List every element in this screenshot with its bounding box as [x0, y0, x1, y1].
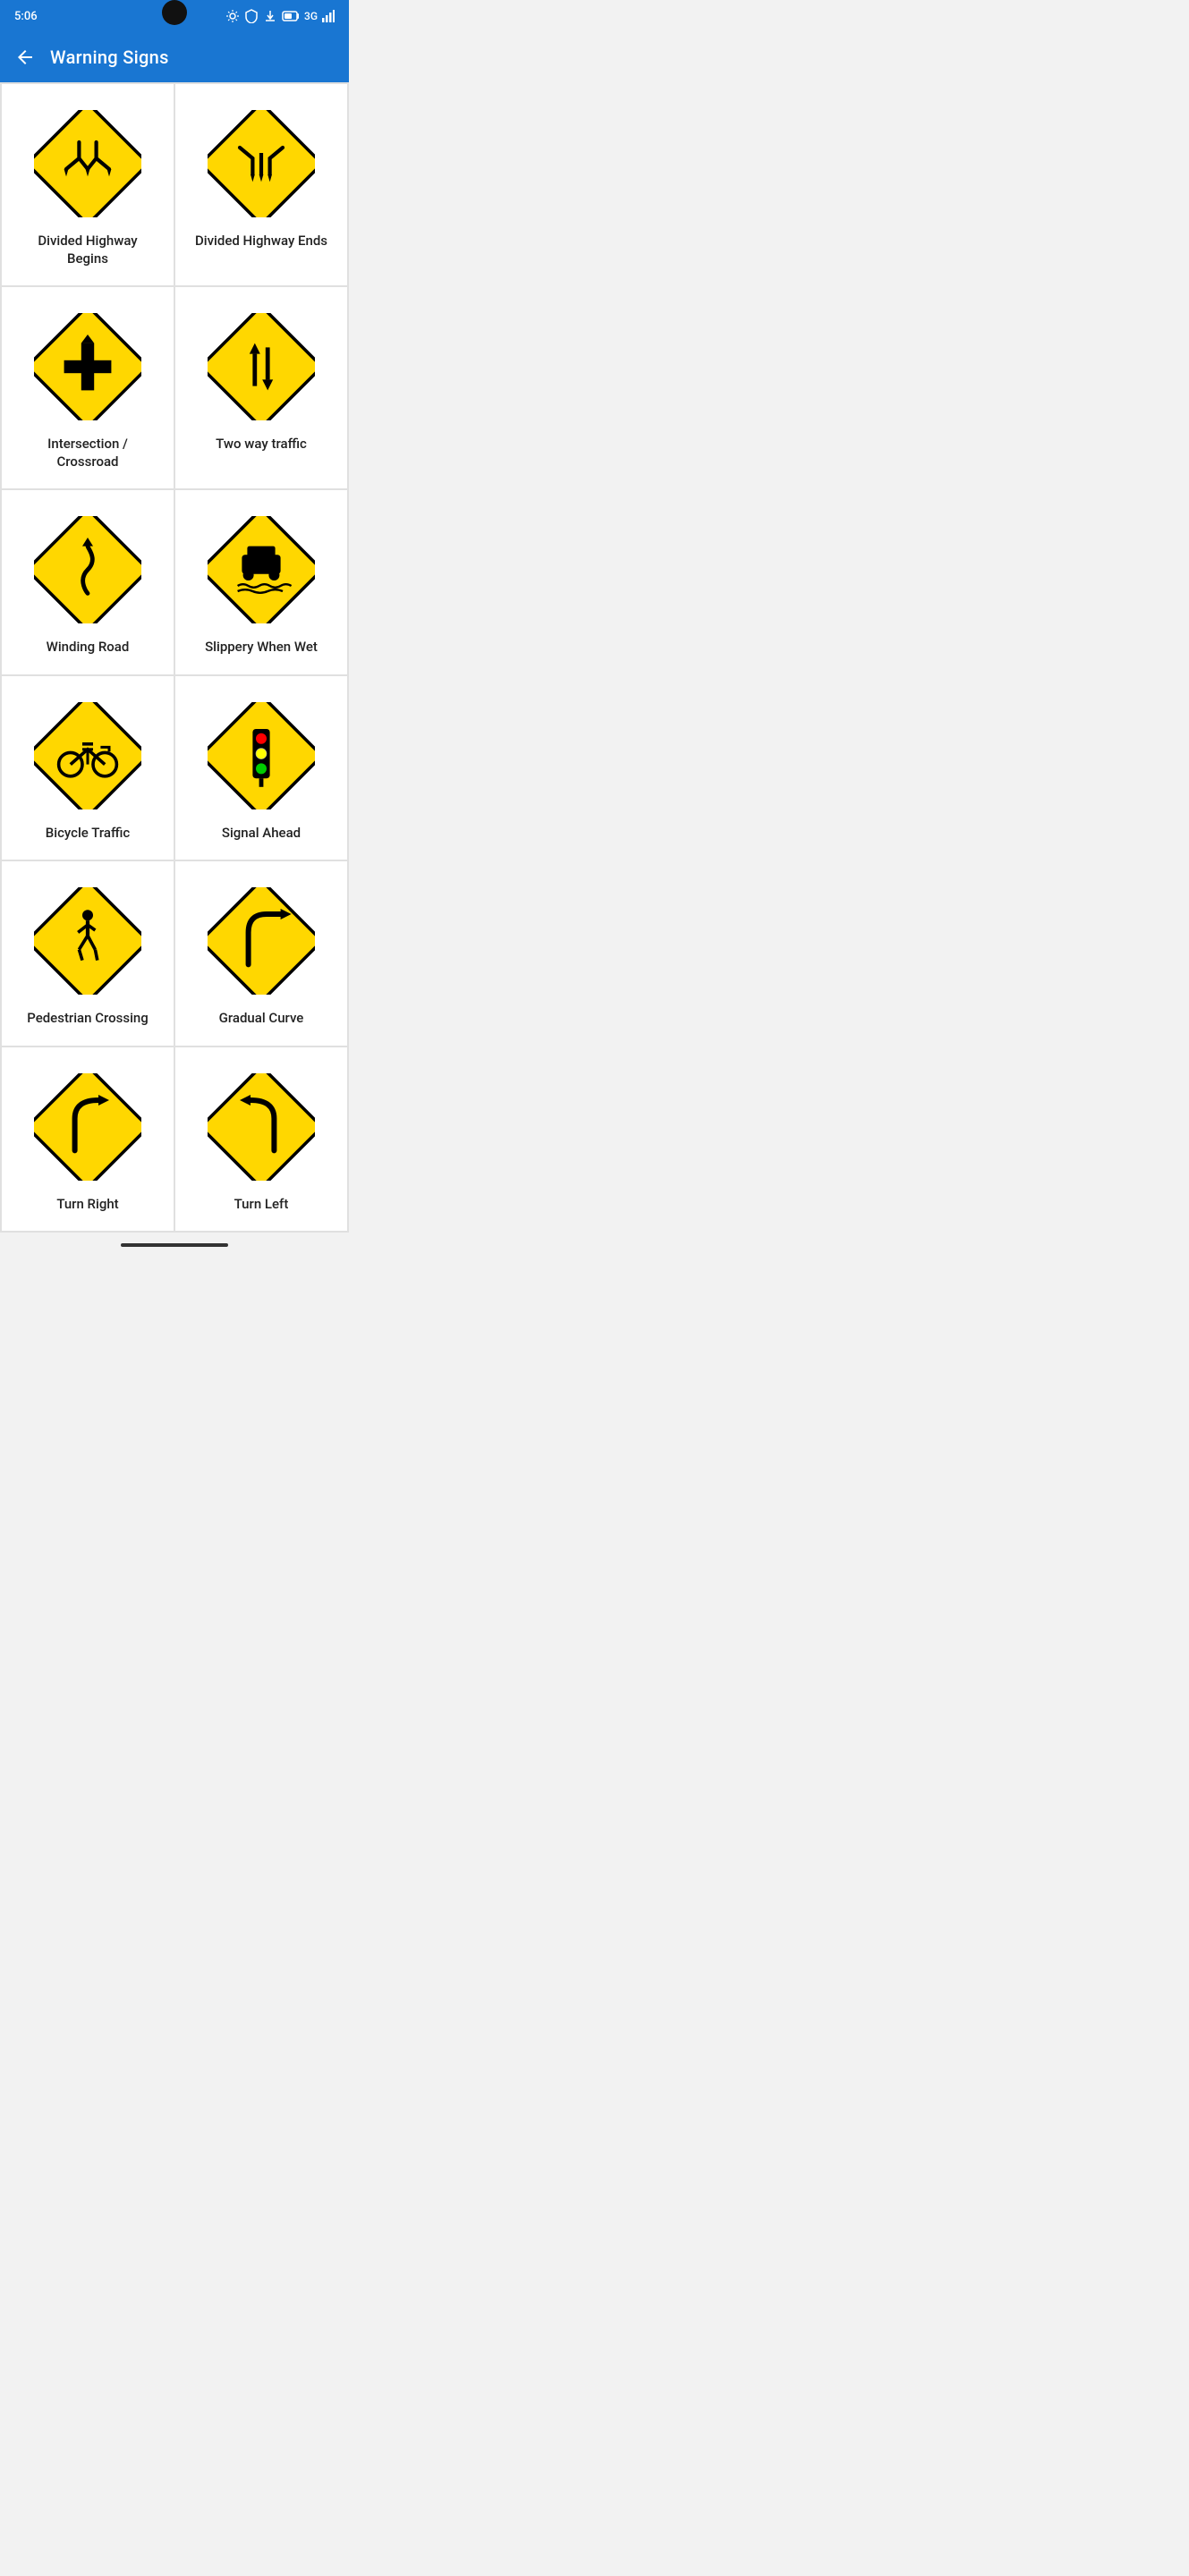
back-button[interactable] [14, 47, 36, 68]
sign-label: Turn Right [56, 1196, 118, 1214]
shield-icon [244, 9, 259, 23]
signal-icon [322, 10, 335, 22]
settings-icon [225, 9, 240, 23]
sign-winding-road[interactable]: Winding Road [2, 490, 174, 674]
network-indicator: 3G [304, 10, 318, 22]
sign-slippery-when-wet[interactable]: Slippery When Wet [175, 490, 347, 674]
download-icon [263, 9, 277, 23]
sign-turn-right[interactable]: Turn Right [2, 1047, 174, 1232]
camera-notch [162, 0, 187, 25]
pedestrian-crossing-sign [34, 887, 141, 995]
sign-label: Signal Ahead [222, 825, 301, 843]
sign-bicycle-traffic[interactable]: Bicycle Traffic [2, 676, 174, 860]
time: 5:06 [14, 10, 38, 23]
page-title: Warning Signs [50, 47, 169, 68]
winding-road-sign [34, 516, 141, 623]
intersection-crossroad-sign [34, 313, 141, 420]
sign-turn-left[interactable]: Turn Left [175, 1047, 347, 1232]
sign-label: Two way traffic [216, 436, 307, 453]
sign-label: Slippery When Wet [205, 639, 318, 657]
gradual-curve-sign [208, 887, 315, 995]
sign-divided-highway-ends[interactable]: Divided Highway Ends [175, 84, 347, 285]
sign-label: Bicycle Traffic [46, 825, 130, 843]
home-indicator [121, 1243, 228, 1247]
sign-signal-ahead[interactable]: Signal Ahead [175, 676, 347, 860]
turn-right-sign [34, 1073, 141, 1181]
signs-grid: Divided Highway Begins [0, 82, 349, 1233]
divided-highway-begins-sign [34, 110, 141, 217]
turn-left-sign [208, 1073, 315, 1181]
battery-icon [282, 11, 300, 21]
divided-highway-ends-sign [208, 110, 315, 217]
app-bar: Warning Signs [0, 32, 349, 82]
signal-ahead-sign [208, 702, 315, 809]
sign-label: Intersection / Crossroad [16, 436, 159, 470]
sign-gradual-curve[interactable]: Gradual Curve [175, 861, 347, 1046]
slippery-when-wet-sign [208, 516, 315, 623]
sign-intersection-crossroad[interactable]: Intersection / Crossroad [2, 287, 174, 488]
sign-divided-highway-begins[interactable]: Divided Highway Begins [2, 84, 174, 285]
sign-pedestrian-crossing[interactable]: Pedestrian Crossing [2, 861, 174, 1046]
sign-label: Gradual Curve [219, 1010, 304, 1028]
bottom-bar [0, 1233, 349, 1250]
sign-two-way-traffic[interactable]: Two way traffic [175, 287, 347, 488]
sign-label: Turn Left [234, 1196, 289, 1214]
sign-label: Pedestrian Crossing [27, 1010, 149, 1028]
bicycle-traffic-sign [34, 702, 141, 809]
sign-label: Divided Highway Ends [195, 233, 327, 250]
sign-label: Winding Road [47, 639, 130, 657]
two-way-traffic-sign [208, 313, 315, 420]
sign-label: Divided Highway Begins [16, 233, 159, 267]
